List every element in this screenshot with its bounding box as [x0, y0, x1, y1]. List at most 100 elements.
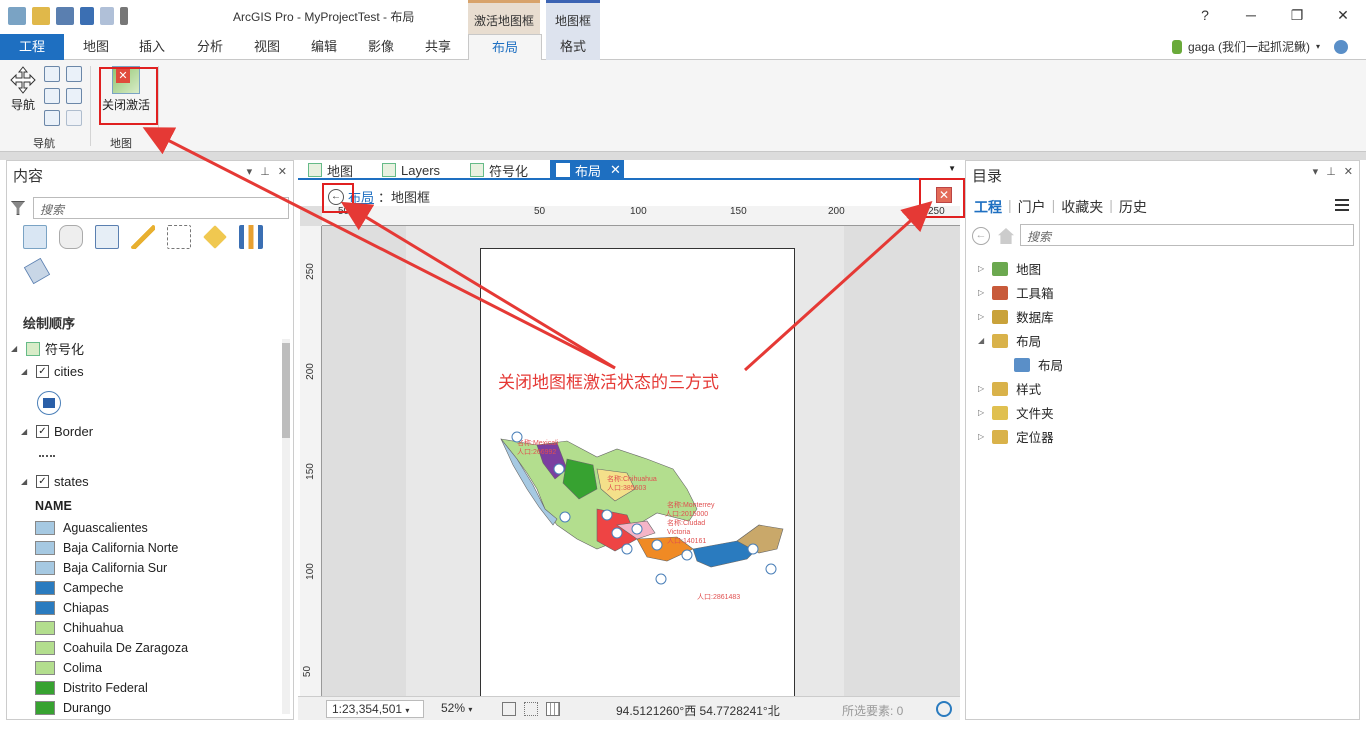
- layer-row[interactable]: ◢ ✓ states: [21, 474, 89, 489]
- legend-item[interactable]: Baja California Sur: [35, 561, 167, 575]
- catalog-item[interactable]: ▷ 样式: [978, 379, 1041, 398]
- expand-icon[interactable]: ▷: [978, 288, 984, 297]
- scroll-thumb[interactable]: [282, 343, 290, 438]
- filter-icon[interactable]: [11, 201, 25, 215]
- save-icon[interactable]: [56, 7, 74, 25]
- pin-icon[interactable]: ⊥: [1326, 165, 1336, 178]
- catalog-tab-project[interactable]: 工程: [974, 197, 1002, 217]
- list-by-drawing-order-icon[interactable]: [23, 225, 47, 249]
- legend-item[interactable]: Campeche: [35, 581, 123, 595]
- catalog-tab-history[interactable]: 历史: [1119, 197, 1147, 217]
- tabs-overflow-icon[interactable]: ▼: [948, 164, 956, 173]
- tab-share[interactable]: 共享: [414, 34, 462, 60]
- layer-visibility-checkbox[interactable]: ✓: [36, 365, 49, 378]
- undo-icon[interactable]: [80, 7, 94, 25]
- tab-project[interactable]: 工程: [0, 34, 64, 60]
- back-arrow-icon[interactable]: ←: [972, 227, 990, 245]
- view-tab-layers[interactable]: Layers: [376, 160, 446, 180]
- tab-insert[interactable]: 插入: [128, 34, 176, 60]
- home-icon[interactable]: [998, 228, 1014, 244]
- collapse-icon[interactable]: ◢: [11, 344, 21, 353]
- redo-icon[interactable]: [100, 7, 114, 25]
- layout-canvas[interactable]: 50 50 100 150 200 250 250 200 150 100 50: [300, 206, 960, 696]
- list-by-labeling-icon[interactable]: [203, 225, 227, 249]
- legend-item[interactable]: Coahuila De Zaragoza: [35, 641, 188, 655]
- catalog-item[interactable]: ▷ 工具箱: [978, 283, 1054, 302]
- view-tab-symbology[interactable]: 符号化: [464, 160, 540, 180]
- layout-page[interactable]: 名称:Mexicali 人口:266992 名称:Chihuahua 人口:38…: [480, 248, 795, 696]
- collapse-icon[interactable]: ◢: [21, 477, 31, 486]
- collapse-icon[interactable]: ◢: [21, 427, 31, 436]
- catalog-menu-icon[interactable]: [1335, 199, 1349, 211]
- contents-search-input[interactable]: 搜索: [33, 197, 289, 219]
- tab-map[interactable]: 地图: [72, 34, 120, 60]
- tab-imagery[interactable]: 影像: [357, 34, 405, 60]
- collapse-icon[interactable]: ◢: [978, 336, 984, 345]
- expand-icon[interactable]: ▷: [978, 384, 984, 393]
- layer-row[interactable]: ◢ ✓ cities: [21, 364, 84, 379]
- expand-icon[interactable]: ▷: [978, 432, 984, 441]
- catalog-tab-favorites[interactable]: 收藏夹: [1061, 197, 1103, 217]
- catalog-item[interactable]: ◢ 布局: [978, 331, 1041, 350]
- catalog-item[interactable]: ▷ 文件夹: [978, 403, 1054, 422]
- fixed-zoom-in-icon[interactable]: [66, 66, 82, 82]
- close-icon[interactable]: ✕: [610, 162, 621, 178]
- snapping-icon[interactable]: [524, 702, 538, 716]
- view-tab-layout[interactable]: 布局 ✕: [550, 160, 624, 180]
- list-by-perspective-icon[interactable]: [23, 257, 51, 285]
- layer-visibility-checkbox[interactable]: ✓: [36, 475, 49, 488]
- close-icon[interactable]: ✕: [1344, 165, 1353, 178]
- help-button[interactable]: ?: [1182, 0, 1228, 30]
- legend-item[interactable]: Baja California Norte: [35, 541, 178, 555]
- scale-dropdown[interactable]: 1:23,354,501 ▾: [326, 700, 424, 718]
- legend-item[interactable]: Colima: [35, 661, 102, 675]
- expand-icon[interactable]: ▷: [978, 264, 984, 273]
- list-by-snapping-icon[interactable]: [167, 225, 191, 249]
- view-tab-map[interactable]: 地图: [302, 160, 364, 180]
- previous-extent-icon[interactable]: [44, 110, 60, 126]
- catalog-item[interactable]: 布局: [1014, 355, 1063, 374]
- grid-icon[interactable]: [546, 702, 560, 716]
- catalog-item[interactable]: ▷ 地图: [978, 259, 1041, 278]
- guides-icon[interactable]: [502, 702, 516, 716]
- expand-icon[interactable]: ▷: [978, 408, 984, 417]
- collapse-icon[interactable]: ◢: [21, 367, 31, 376]
- zoom-selected-icon[interactable]: [44, 88, 60, 104]
- list-by-editing-icon[interactable]: [131, 225, 155, 249]
- tab-edit[interactable]: 编辑: [300, 34, 348, 60]
- catalog-search-input[interactable]: 搜索: [1020, 224, 1354, 246]
- catalog-item[interactable]: ▷ 数据库: [978, 307, 1054, 326]
- pane-menu-icon[interactable]: ▾: [247, 165, 253, 178]
- close-icon[interactable]: ✕: [278, 165, 287, 178]
- close-button[interactable]: ✕: [1320, 0, 1366, 30]
- pin-icon[interactable]: ⊥: [260, 165, 270, 178]
- notification-icon[interactable]: [1334, 39, 1348, 54]
- legend-item[interactable]: Chihuahua: [35, 621, 123, 635]
- tab-layout[interactable]: 布局: [468, 34, 542, 61]
- zoom-dropdown[interactable]: 52% ▾: [436, 700, 492, 718]
- tab-view[interactable]: 视图: [243, 34, 291, 60]
- list-by-charts-icon[interactable]: [239, 225, 263, 249]
- legend-item[interactable]: Chiapas: [35, 601, 109, 615]
- list-by-selection-icon[interactable]: [95, 225, 119, 249]
- mexico-map[interactable]: 名称:Mexicali 人口:266992 名称:Chihuahua 人口:38…: [497, 429, 797, 629]
- customize-qat-icon[interactable]: [120, 7, 128, 25]
- list-by-data-source-icon[interactable]: [59, 225, 83, 249]
- tab-analysis[interactable]: 分析: [186, 34, 234, 60]
- minimize-button[interactable]: ─: [1228, 0, 1274, 30]
- catalog-tab-portal[interactable]: 门户: [1018, 197, 1046, 217]
- user-account[interactable]: gaga (我们一起抓泥鳅) ▾: [1171, 38, 1348, 55]
- tab-format[interactable]: 格式: [546, 34, 600, 60]
- next-extent-icon[interactable]: [66, 110, 82, 126]
- layer-row[interactable]: ◢ ✓ Border: [21, 424, 93, 439]
- new-project-icon[interactable]: [8, 7, 26, 25]
- legend-item[interactable]: Durango: [35, 701, 111, 715]
- tree-map-node[interactable]: ◢ 符号化: [11, 339, 84, 358]
- expand-icon[interactable]: ▷: [978, 312, 984, 321]
- legend-item[interactable]: Aguascalientes: [35, 521, 148, 535]
- catalog-item[interactable]: ▷ 定位器: [978, 427, 1054, 446]
- legend-item[interactable]: Distrito Federal: [35, 681, 148, 695]
- restore-button[interactable]: ❐: [1274, 0, 1320, 30]
- open-project-icon[interactable]: [32, 7, 50, 25]
- fixed-zoom-out-icon[interactable]: [66, 88, 82, 104]
